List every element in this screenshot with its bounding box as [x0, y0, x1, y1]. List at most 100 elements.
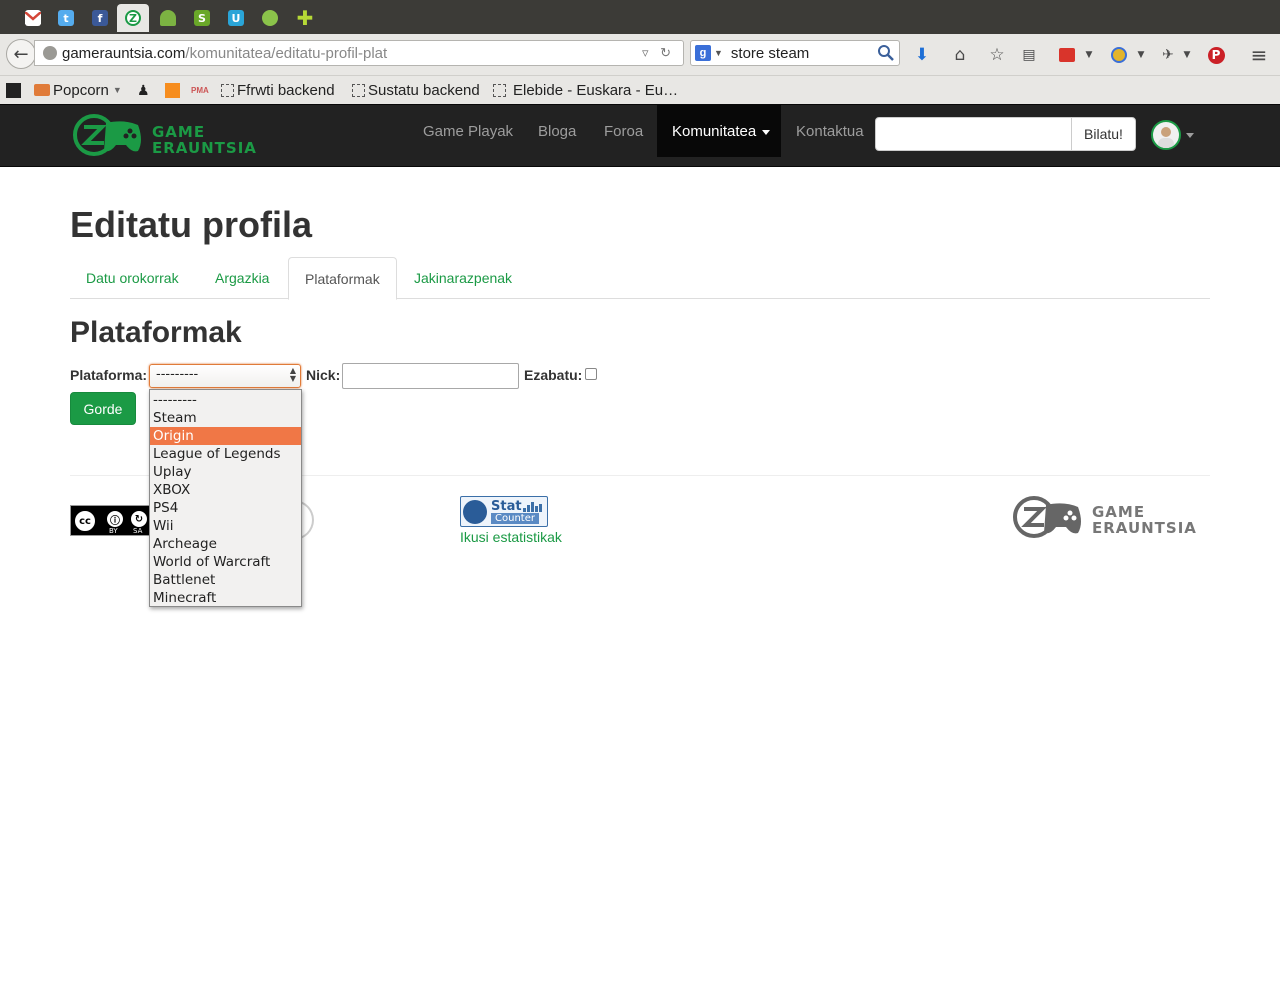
browser-search-bar[interactable]: g ▼ store steam	[690, 40, 900, 66]
plataforma-dropdown-list[interactable]: --------- Steam Origin League of Legends…	[149, 389, 302, 607]
dropdown-option[interactable]: League of Legends	[150, 445, 301, 463]
site-logo[interactable]: GAME ERAUNTSIA	[72, 113, 268, 159]
url-host: gamerauntsia.com	[62, 44, 186, 62]
dropdown-option[interactable]: PS4	[150, 499, 301, 517]
plus-icon: ✚	[296, 6, 314, 30]
bookmark-label: Popcorn	[53, 81, 109, 99]
plataforma-select-value: ---------	[156, 367, 199, 382]
dropdown-option[interactable]: Uplay	[150, 463, 301, 481]
tab-android[interactable]	[152, 4, 184, 32]
stats-link[interactable]: Ikusi estatistikak	[460, 529, 562, 545]
bookmark-person[interactable]: ♟	[137, 80, 150, 100]
tab-plataformak[interactable]: Plataformak	[288, 257, 397, 300]
back-button[interactable]: ←	[6, 39, 36, 69]
site-search-input[interactable]	[875, 117, 1072, 151]
browser-search-input[interactable]: store steam	[731, 45, 809, 62]
tab-green[interactable]	[254, 4, 286, 32]
nick-label: Nick:	[306, 367, 341, 383]
pinterest-icon[interactable]: P	[1205, 44, 1227, 66]
profile-tabs: Datu orokorrak Argazkia Plataformak Jaki…	[70, 257, 1210, 300]
tab-jakinarazpenak[interactable]: Jakinarazpenak	[398, 257, 528, 299]
dropdown-option[interactable]: Battlenet	[150, 571, 301, 589]
bookmark-orange[interactable]	[165, 80, 180, 100]
globe-icon	[43, 46, 57, 60]
tab-gamerauntsia[interactable]: Z	[117, 4, 149, 32]
menu-icon[interactable]: ≡	[1248, 43, 1270, 67]
bookmark-elebide[interactable]: Elebide - Euskara - Eu…	[493, 80, 678, 100]
dropdown-arrow-icon[interactable]: ▼	[1176, 44, 1198, 66]
dropdown-option-highlighted[interactable]: Origin	[150, 427, 301, 445]
address-bar[interactable]: gamerauntsia.com/komunitatea/editatu-pro…	[34, 40, 684, 66]
site-search-button[interactable]: Bilatu!	[1071, 117, 1136, 151]
dropdown-option[interactable]: Archeage	[150, 535, 301, 553]
s-icon: S	[194, 10, 210, 26]
user-menu-caret-icon[interactable]	[1186, 133, 1194, 138]
nav-bloga[interactable]: Bloga	[523, 105, 591, 157]
plataforma-label: Plataforma:	[70, 367, 148, 383]
footer-logo[interactable]: GAME ERAUNTSIA	[1012, 495, 1208, 541]
cc-sa-text: SA	[133, 527, 143, 535]
tab-twitter[interactable]: t	[50, 4, 82, 32]
creative-commons-badge[interactable]: cc ⓘ ↻ BY SA	[70, 505, 158, 536]
bookmark-label: Ffrwti backend	[237, 81, 335, 99]
nav-kontaktua[interactable]: Kontaktua	[781, 105, 879, 157]
browser-tab-bar: t f Z S U ✚	[0, 0, 1280, 34]
u-icon: U	[228, 10, 244, 26]
dropdown-arrow-icon[interactable]: ▼	[1078, 44, 1100, 66]
android-icon	[160, 10, 176, 26]
bookmark-popcorn[interactable]: Popcorn ▼	[34, 80, 122, 100]
tab-facebook[interactable]: f	[84, 4, 116, 32]
bookmark-label: Sustatu backend	[368, 81, 480, 99]
user-avatar[interactable]	[1151, 120, 1181, 150]
bookmark-page-icon	[493, 83, 506, 97]
engine-dropdown-icon[interactable]: ▼	[714, 48, 723, 58]
new-tab-button[interactable]: ✚	[289, 4, 321, 32]
bookmark-sustatu[interactable]: Sustatu backend	[352, 80, 480, 100]
dropdown-option[interactable]: Wii	[150, 517, 301, 535]
reload-icon[interactable]: ▿ ↻	[642, 45, 675, 61]
dropdown-option[interactable]: XBOX	[150, 481, 301, 499]
section-title: Plataformak	[70, 316, 242, 349]
tab-s[interactable]: S	[186, 4, 218, 32]
tab-gmail[interactable]	[17, 4, 49, 32]
ezabatu-checkbox[interactable]	[585, 368, 597, 380]
statcounter-logo-icon	[463, 500, 487, 524]
bookmark-ffrwti[interactable]: Ffrwti backend	[221, 80, 335, 100]
google-icon[interactable]: g	[695, 45, 711, 61]
person-icon: ♟	[137, 81, 150, 98]
extension-globe-icon[interactable]	[1108, 44, 1130, 66]
bookmark-star-icon[interactable]: ☆	[986, 44, 1008, 66]
bookmark-page-icon	[221, 83, 234, 97]
reading-list-icon[interactable]: ▤	[1018, 44, 1040, 66]
dropdown-option[interactable]: Minecraft	[150, 589, 301, 607]
facebook-icon: f	[92, 10, 108, 26]
search-icon[interactable]	[877, 44, 895, 62]
dropdown-option[interactable]: Steam	[150, 409, 301, 427]
gorde-button[interactable]: Gorde	[70, 392, 136, 425]
tab-u[interactable]: U	[220, 4, 252, 32]
cc-icon: cc	[73, 509, 97, 533]
nav-komunitatea-label: Komunitatea	[672, 122, 757, 140]
pdf-extension-icon[interactable]	[1056, 44, 1078, 66]
nav-game-playak[interactable]: Game Playak	[408, 105, 528, 157]
gamepad-logo-icon	[73, 114, 141, 156]
nav-foroa[interactable]: Foroa	[589, 105, 658, 157]
nick-input[interactable]	[342, 363, 519, 389]
statcounter-badge[interactable]: Stat Counter	[460, 496, 548, 527]
twitter-icon: t	[58, 10, 74, 26]
tab-datu-orokorrak[interactable]: Datu orokorrak	[70, 257, 195, 299]
bookmark-icon-item[interactable]	[6, 80, 21, 100]
nav-komunitatea[interactable]: Komunitatea	[657, 105, 781, 157]
dropdown-arrow-icon[interactable]: ▼	[1130, 44, 1152, 66]
tab-argazkia[interactable]: Argazkia	[199, 257, 285, 299]
dropdown-option[interactable]: World of Warcraft	[150, 553, 301, 571]
download-icon[interactable]: ⬇	[911, 44, 933, 66]
bookmark-pma[interactable]: PMA	[191, 80, 209, 100]
home-icon[interactable]: ⌂	[949, 44, 971, 66]
gamepad-logo-icon	[1013, 496, 1081, 538]
caret-down-icon	[762, 129, 771, 135]
browser-navigation-bar: ← gamerauntsia.com/komunitatea/editatu-p…	[0, 34, 1280, 76]
green-dot-icon	[262, 10, 278, 26]
dropdown-option[interactable]: ---------	[150, 391, 301, 409]
plataforma-select[interactable]: --------- ▲ ▼	[149, 364, 301, 388]
